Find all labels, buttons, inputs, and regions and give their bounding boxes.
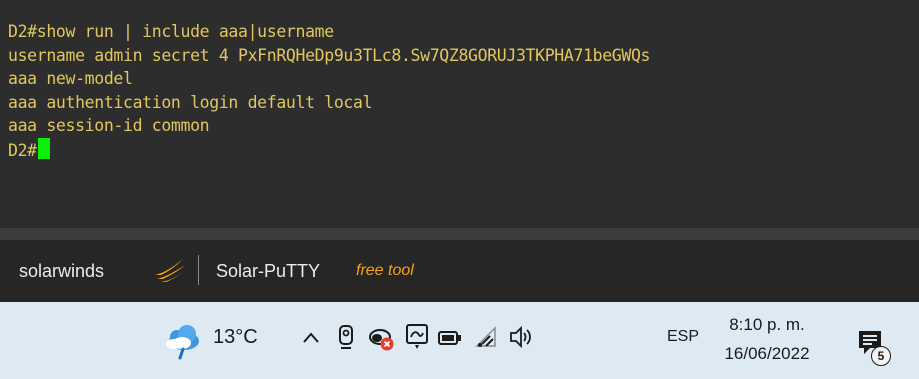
solarwinds-flame-icon [155, 259, 185, 282]
chevron-up-icon[interactable] [302, 330, 320, 344]
network-error-icon[interactable] [367, 324, 397, 354]
terminal-prompt-line[interactable]: D2# [8, 137, 919, 162]
wifi-icon[interactable] [474, 324, 498, 350]
app-footer: solarwinds Solar-PuTTY free tool [0, 240, 919, 302]
solarwinds-logo-text[interactable]: solarwinds [19, 261, 104, 282]
notification-count-badge: 5 [871, 346, 891, 366]
terminal-line: aaa session-id common [8, 116, 210, 136]
webcam-icon[interactable] [337, 324, 355, 350]
free-tool-label: free tool [356, 262, 414, 279]
terminal-line: username admin secret 4 PxFnRQHeDp9u3TLc… [8, 45, 651, 65]
clock-date[interactable]: 16/06/2022 [711, 344, 823, 364]
product-name: Solar-PuTTY [216, 261, 321, 281]
volume-icon[interactable] [508, 324, 534, 350]
terminal-window[interactable]: D2#show run | include aaa|username usern… [0, 0, 919, 228]
cloud-rain-icon[interactable] [160, 322, 204, 362]
clock-time[interactable]: 8:10 p. m. [711, 315, 823, 335]
terminal-cursor [37, 137, 50, 159]
battery-icon[interactable] [438, 330, 462, 346]
windows-taskbar: 13°C ESP 8:10 p. m. 16/06/2022 5 [0, 302, 919, 379]
footer-separator [198, 255, 199, 285]
terminal-line: aaa new-model [8, 69, 133, 89]
weather-temperature[interactable]: 13°C [213, 326, 258, 349]
input-language[interactable]: ESP [667, 328, 699, 346]
terminal-bottom-bar [0, 228, 919, 240]
ink-workspace-icon[interactable] [405, 323, 429, 351]
terminal-prompt: D2# [8, 140, 37, 160]
terminal-line: aaa authentication login default local [8, 92, 373, 112]
terminal-line: D2#show run | include aaa|username [8, 22, 334, 41]
